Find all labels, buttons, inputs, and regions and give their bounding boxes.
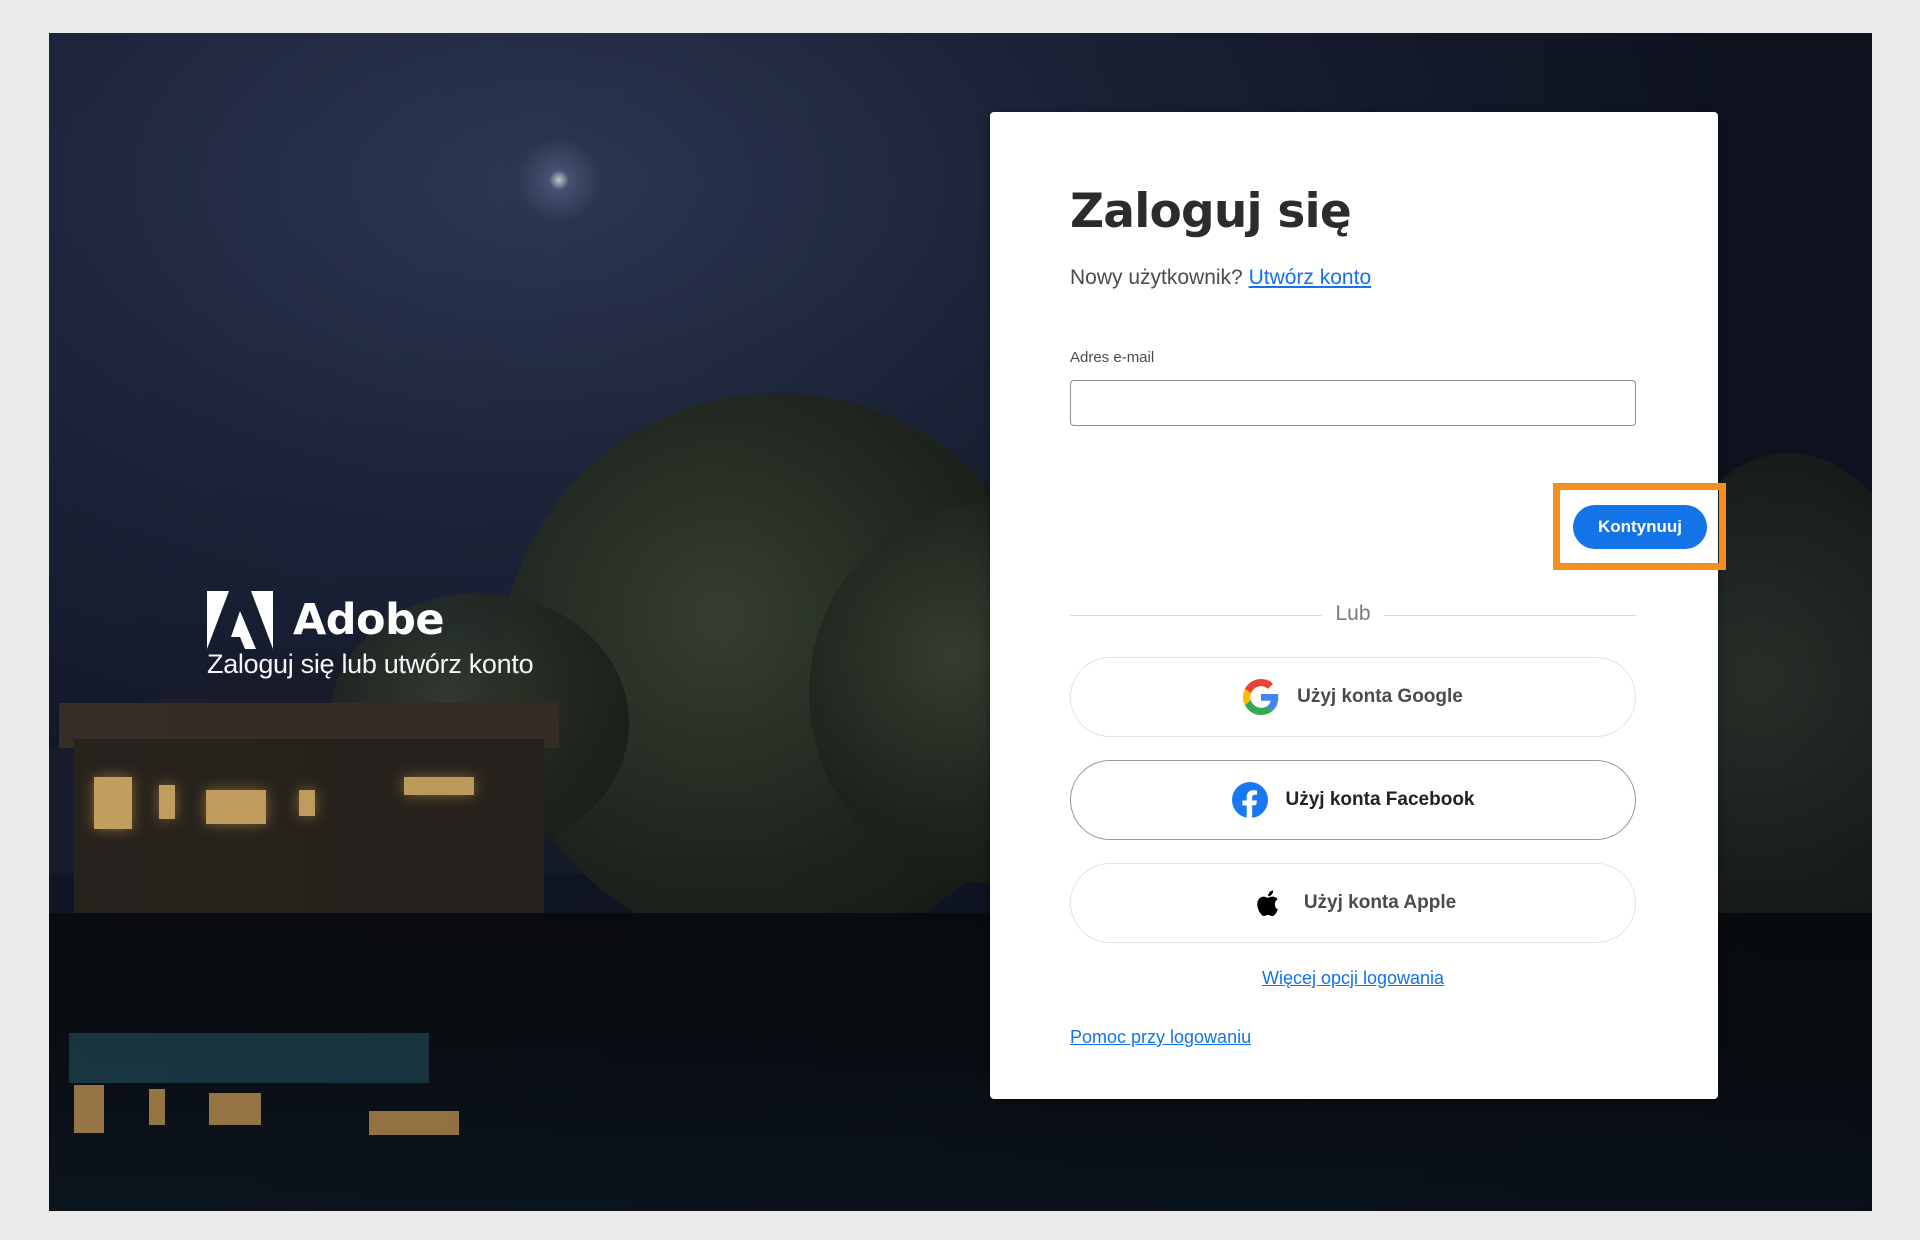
google-icon — [1243, 679, 1279, 715]
login-help-link[interactable]: Pomoc przy logowaniu — [1070, 1027, 1251, 1047]
create-account-link[interactable]: Utwórz konto — [1249, 266, 1372, 289]
or-divider: Lub — [1070, 600, 1636, 630]
login-screen: Adobe Zaloguj się lub utwórz konto Zalog… — [49, 33, 1872, 1211]
brand-block: Adobe Zaloguj się lub utwórz konto — [207, 591, 534, 680]
adobe-logo-icon — [207, 591, 273, 649]
brand-tagline: Zaloguj się lub utwórz konto — [207, 649, 534, 679]
more-options: Więcej opcji logowania — [1070, 968, 1636, 989]
page-title: Zaloguj się — [1070, 184, 1352, 239]
divider-text: Lub — [1335, 602, 1371, 625]
new-user-text: Nowy użytkownik? — [1070, 266, 1243, 289]
facebook-login-button[interactable]: Użyj konta Facebook — [1070, 760, 1636, 840]
apple-login-label: Użyj konta Apple — [1303, 892, 1457, 913]
continue-button[interactable]: Kontynuuj — [1573, 505, 1707, 549]
facebook-icon — [1231, 782, 1268, 818]
facebook-login-label: Użyj konta Facebook — [1285, 789, 1475, 810]
divider-line — [1384, 615, 1636, 616]
login-help: Pomoc przy logowaniu — [1070, 1027, 1251, 1048]
google-login-label: Użyj konta Google — [1297, 686, 1463, 707]
login-card: Zaloguj się Nowy użytkownik? Utwórz kont… — [990, 112, 1726, 1099]
brand-name: Adobe — [293, 595, 445, 645]
more-login-options-link[interactable]: Więcej opcji logowania — [1262, 968, 1444, 988]
email-field[interactable] — [1070, 380, 1636, 426]
new-user-prompt: Nowy użytkownik? Utwórz konto — [1070, 266, 1371, 290]
email-label: Adres e-mail — [1070, 349, 1155, 366]
apple-login-button[interactable]: Użyj konta Apple — [1070, 863, 1636, 943]
google-login-button[interactable]: Użyj konta Google — [1070, 657, 1636, 737]
apple-icon — [1257, 890, 1278, 917]
